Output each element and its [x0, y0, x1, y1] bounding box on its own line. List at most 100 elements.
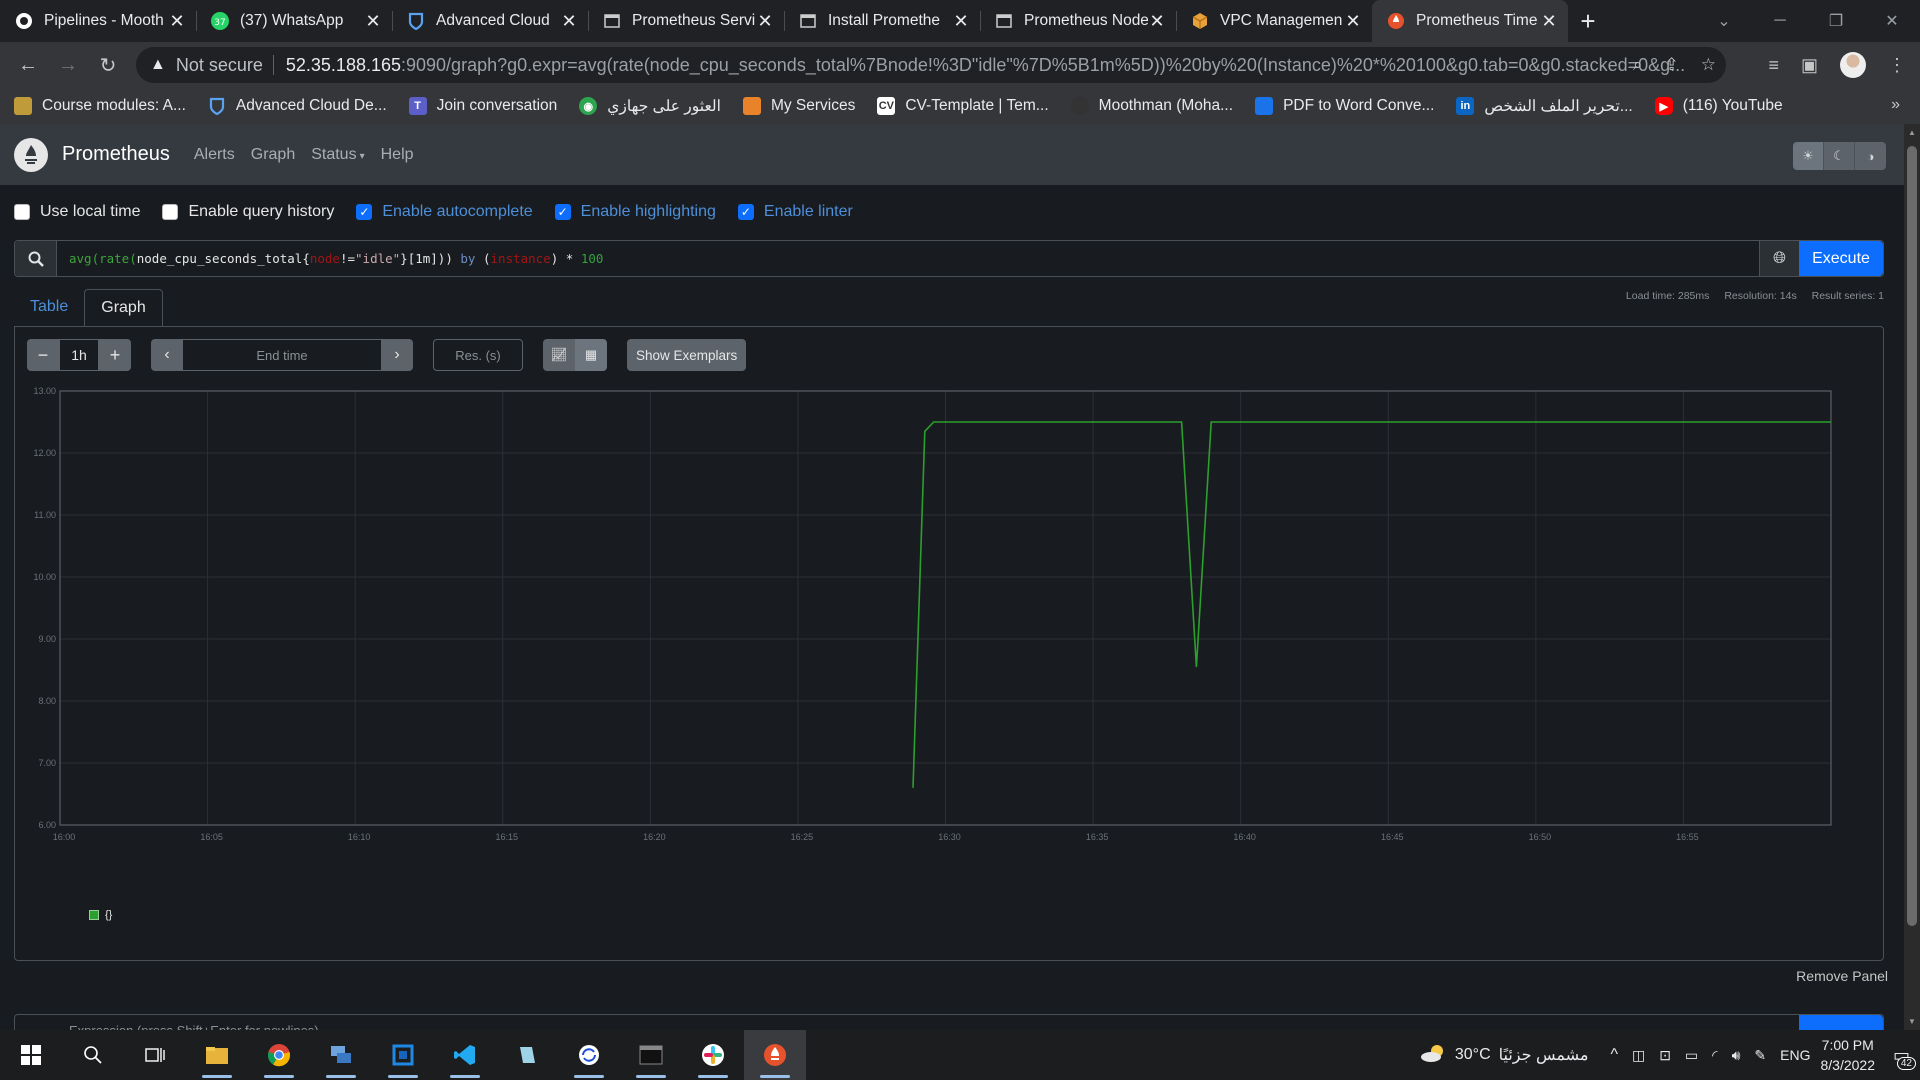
prometheus-logo-icon[interactable] [14, 137, 48, 172]
tab-graph[interactable]: Graph [84, 289, 163, 327]
browser-tab[interactable]: Prometheus Node ✕ [980, 0, 1176, 42]
browser-tab[interactable]: 37 (37) WhatsApp ✕ [196, 0, 392, 42]
contrast-icon[interactable]: ◑ [1855, 142, 1886, 170]
chevron-right-icon[interactable]: › [381, 339, 413, 371]
expression-input[interactable]: avg(rate(node_cpu_seconds_total{node!="i… [57, 241, 1759, 276]
option-query-history[interactable]: Enable query history [162, 203, 334, 221]
nav-status[interactable]: Status ▾ [311, 146, 364, 164]
browser-tab[interactable]: VPC Managemen ✕ [1176, 0, 1372, 42]
virtualbox-icon[interactable] [372, 1030, 434, 1080]
execute-button[interactable]: Execute [1799, 241, 1883, 276]
scroll-thumb[interactable] [1907, 146, 1917, 926]
language-indicator[interactable]: ENG [1780, 1047, 1810, 1063]
close-icon[interactable]: ✕ [756, 11, 774, 32]
remove-panel-link[interactable]: Remove Panel [1796, 968, 1888, 984]
reload-icon[interactable]: ↻ [88, 53, 128, 78]
scroll-down-icon[interactable]: ▼ [1904, 1017, 1920, 1026]
clock[interactable]: 7:00 PM 8/3/2022 [1820, 1035, 1875, 1075]
checkbox[interactable]: ✓ [737, 204, 754, 220]
pen-icon[interactable]: ✎ [1754, 1047, 1766, 1064]
stacked-chart-icon[interactable]: ▦ [575, 339, 607, 371]
checkbox[interactable]: ✓ [356, 204, 373, 220]
bookmark-item[interactable]: Advanced Cloud De... [208, 97, 387, 115]
option-highlighting[interactable]: ✓ Enable highlighting [554, 203, 716, 221]
option-linter[interactable]: ✓ Enable linter [737, 203, 853, 221]
notifications-icon[interactable]: ▭ 42 [1893, 1045, 1916, 1070]
bookmark-item[interactable]: ▶ (116) YouTube [1654, 97, 1783, 115]
page-scrollbar[interactable]: ▲ ▼ [1904, 124, 1920, 1030]
volume-icon[interactable]: 🔊︎ [1732, 1047, 1741, 1064]
avatar[interactable] [1840, 52, 1866, 78]
task-view-icon[interactable] [124, 1030, 186, 1080]
browser-tab-active[interactable]: Prometheus Time ✕ [1372, 0, 1568, 42]
nav-help[interactable]: Help [381, 146, 414, 164]
chrome-icon[interactable] [248, 1030, 310, 1080]
back-icon[interactable]: ← [8, 54, 48, 77]
remote-desktop-icon[interactable] [310, 1030, 372, 1080]
close-window-icon[interactable]: ✕ [1864, 11, 1920, 31]
warning-icon[interactable]: ▲ [150, 56, 166, 74]
vscode-icon[interactable] [434, 1030, 496, 1080]
chart-legend[interactable]: {} [89, 909, 112, 921]
bookmark-item[interactable]: T Join conversation [408, 97, 557, 115]
meet-icon[interactable]: ◫ [1632, 1047, 1645, 1064]
close-icon[interactable]: ✕ [168, 11, 186, 32]
checkbox[interactable] [162, 204, 179, 220]
side-panel-icon[interactable]: ▣ [1801, 55, 1818, 76]
bookmark-item[interactable]: ◉ العثور على جهازي [579, 97, 721, 116]
tab-table[interactable]: Table [14, 289, 84, 327]
forward-icon[interactable]: → [48, 54, 88, 77]
checkbox[interactable]: ✓ [554, 204, 571, 220]
tab-search-icon[interactable]: ⌄ [1696, 11, 1752, 31]
menu-icon[interactable]: ⋮ [1888, 55, 1906, 76]
chevron-left-icon[interactable]: ‹ [151, 339, 183, 371]
option-autocomplete[interactable]: ✓ Enable autocomplete [356, 203, 533, 221]
increase-range-button[interactable]: + [99, 339, 131, 371]
file-explorer-icon[interactable] [186, 1030, 248, 1080]
bookmark-item[interactable]: CV CV-Template | Tem... [877, 97, 1049, 115]
nav-graph[interactable]: Graph [251, 146, 295, 164]
end-time-input[interactable]: End time [183, 339, 381, 371]
sync-app-icon[interactable] [558, 1030, 620, 1080]
resolution-input[interactable]: Res. (s) [433, 339, 523, 371]
search-icon[interactable] [62, 1030, 124, 1080]
nav-alerts[interactable]: Alerts [194, 146, 235, 164]
notes-app-icon[interactable] [496, 1030, 558, 1080]
metrics-explorer-icon[interactable]: 🌐︎ [1759, 241, 1799, 276]
wifi-icon[interactable]: ◜ [1712, 1047, 1717, 1064]
range-input[interactable]: 1h [59, 339, 99, 371]
windows-start-icon[interactable] [0, 1030, 62, 1080]
close-icon[interactable]: ✕ [364, 11, 382, 32]
restore-icon[interactable]: ❐ [1808, 11, 1864, 31]
weather-icon[interactable] [1419, 1043, 1447, 1068]
bookmark-item[interactable]: Course modules: A... [14, 97, 186, 115]
address-bar[interactable]: ▲ Not secure 52.35.188.165 :9090/graph?g… [136, 47, 1726, 83]
terminal-icon[interactable] [620, 1030, 682, 1080]
close-icon[interactable]: ✕ [1148, 11, 1166, 32]
close-icon[interactable]: ✕ [952, 11, 970, 32]
browser-tab[interactable]: Advanced Cloud ✕ [392, 0, 588, 42]
star-icon[interactable]: ☆ [1701, 55, 1716, 75]
sun-icon[interactable]: ☀ [1793, 142, 1824, 170]
line-chart-icon[interactable]: 📈︎ [543, 339, 575, 371]
new-tab-button[interactable]: + [1568, 0, 1608, 42]
share-icon[interactable]: ⇪ [1665, 55, 1679, 75]
bookmark-item[interactable]: PDF to Word Conve... [1255, 97, 1434, 115]
reading-list-icon[interactable]: ≡ [1768, 55, 1779, 76]
weather-temp[interactable]: 30°C [1455, 1046, 1491, 1064]
browser-tab[interactable]: Pipelines - Mooth ✕ [0, 0, 196, 42]
tray-app-icon[interactable]: ⊡ [1659, 1047, 1671, 1064]
prometheus-app-icon[interactable] [744, 1030, 806, 1080]
browser-tab[interactable]: Prometheus Servi ✕ [588, 0, 784, 42]
bookmark-item[interactable]: in تحرير الملف الشخص... [1456, 97, 1633, 116]
close-icon[interactable]: ✕ [1344, 11, 1362, 32]
show-exemplars-button[interactable]: Show Exemplars [627, 339, 747, 371]
battery-icon[interactable]: ▭ [1685, 1047, 1698, 1064]
bookmark-item[interactable]: Moothman (Moha... [1070, 97, 1233, 115]
scroll-up-icon[interactable]: ▲ [1904, 128, 1920, 137]
zoom-icon[interactable]: ⌕ [1633, 55, 1643, 75]
bookmarks-overflow-icon[interactable]: » [1891, 96, 1900, 114]
option-local-time[interactable]: Use local time [14, 203, 140, 221]
close-icon[interactable]: ✕ [560, 11, 578, 32]
minimize-icon[interactable]: ─ [1752, 12, 1808, 30]
